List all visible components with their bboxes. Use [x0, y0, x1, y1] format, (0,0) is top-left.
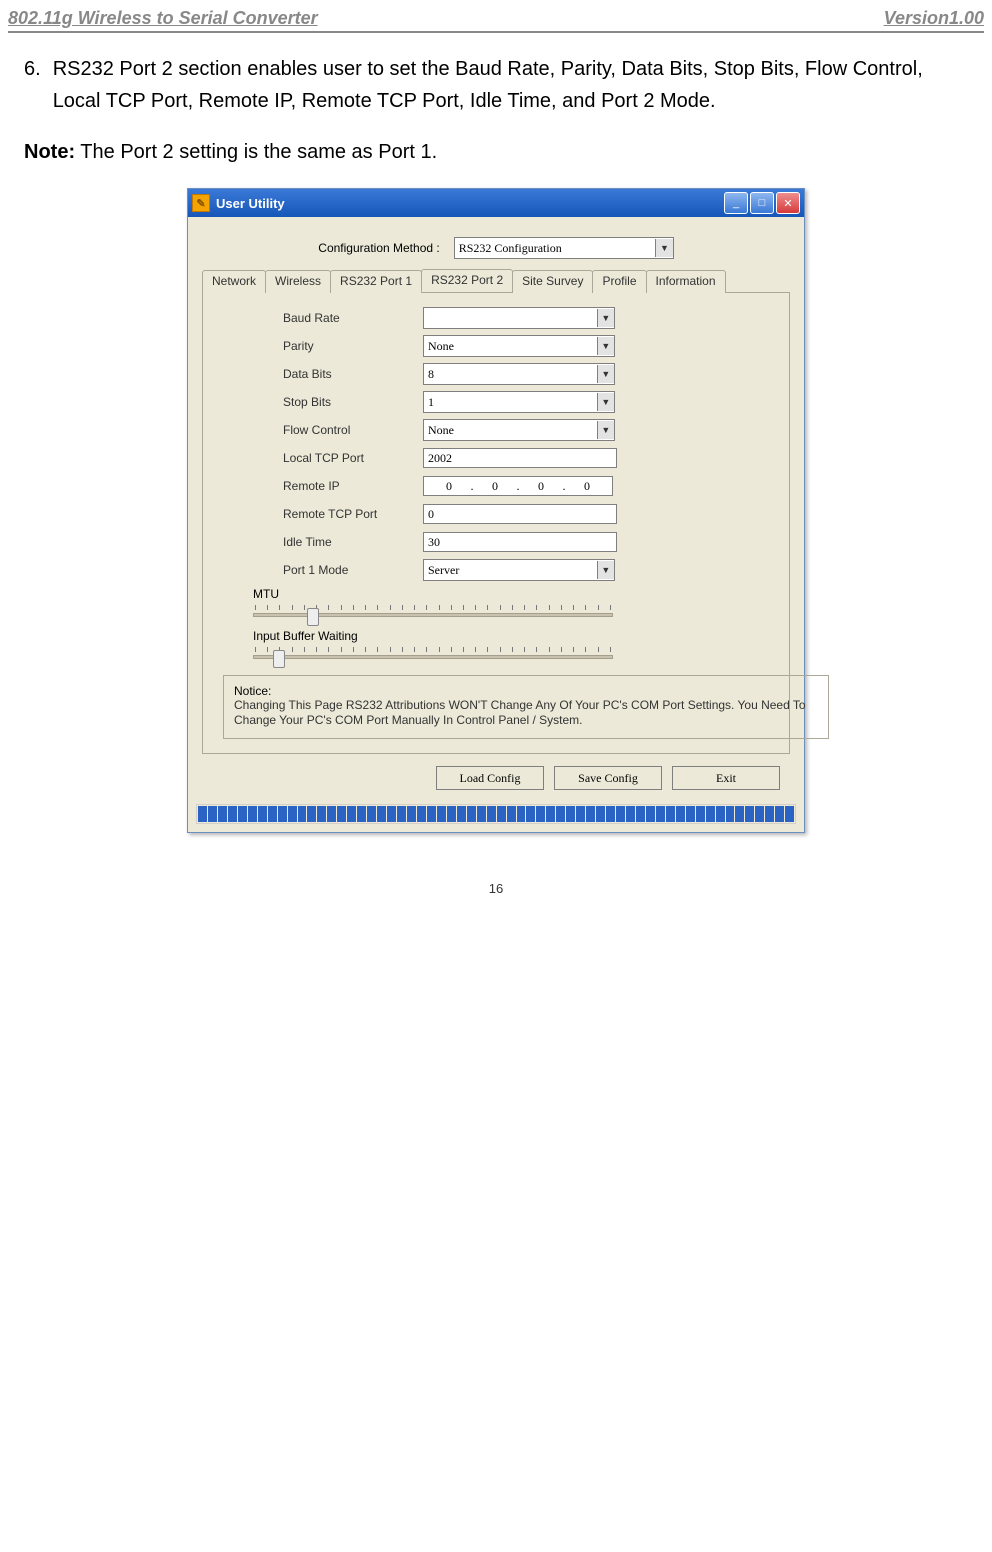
mtu-slider[interactable]	[253, 605, 613, 623]
remote-ip-label: Remote IP	[283, 479, 423, 493]
data-bits-label: Data Bits	[283, 367, 423, 381]
idle-time-label: Idle Time	[283, 535, 423, 549]
parity-label: Parity	[283, 339, 423, 353]
data-bits-input[interactable]	[424, 365, 597, 383]
input-buffer-slider[interactable]	[253, 647, 613, 665]
tab-information[interactable]: Information	[646, 270, 726, 293]
page-number: 16	[0, 853, 992, 904]
load-config-button[interactable]: Load Config	[436, 766, 544, 790]
notice-legend: Notice:	[234, 684, 271, 698]
baud-rate-combo[interactable]: ▼	[423, 307, 615, 329]
config-method-input[interactable]	[455, 239, 655, 257]
tab-site-survey[interactable]: Site Survey	[512, 270, 593, 293]
chevron-down-icon[interactable]: ▼	[655, 239, 673, 257]
slider-thumb-icon[interactable]	[307, 608, 319, 626]
minimize-button[interactable]: _	[724, 192, 748, 214]
chevron-down-icon[interactable]: ▼	[597, 309, 614, 327]
app-window: ✎ User Utility _ □ ✕ Configuration Metho…	[187, 188, 805, 833]
data-bits-combo[interactable]: ▼	[423, 363, 615, 385]
list-number: 6.	[24, 53, 41, 117]
app-icon: ✎	[192, 194, 210, 212]
flow-control-label: Flow Control	[283, 423, 423, 437]
local-tcp-label: Local TCP Port	[283, 451, 423, 465]
titlebar[interactable]: ✎ User Utility _ □ ✕	[188, 189, 804, 217]
config-method-combo[interactable]: ▼	[454, 237, 674, 259]
local-tcp-input[interactable]	[423, 448, 617, 468]
exit-button[interactable]: Exit	[672, 766, 780, 790]
tab-body: Baud Rate ▼ Parity ▼ D	[202, 293, 790, 754]
doc-header-left: 802.11g Wireless to Serial Converter	[8, 8, 318, 29]
remote-tcp-label: Remote TCP Port	[283, 507, 423, 521]
flow-control-combo[interactable]: ▼	[423, 419, 615, 441]
baud-rate-label: Baud Rate	[283, 311, 423, 325]
maximize-button[interactable]: □	[750, 192, 774, 214]
remote-tcp-input[interactable]	[423, 504, 617, 524]
parity-combo[interactable]: ▼	[423, 335, 615, 357]
progress-bar	[196, 804, 796, 824]
chevron-down-icon[interactable]: ▼	[597, 365, 614, 383]
tab-wireless[interactable]: Wireless	[265, 270, 331, 293]
chevron-down-icon[interactable]: ▼	[597, 421, 614, 439]
tab-network[interactable]: Network	[202, 270, 266, 293]
baud-rate-input[interactable]	[424, 309, 597, 327]
chevron-down-icon[interactable]: ▼	[597, 561, 614, 579]
notice-box: Notice: Changing This Page RS232 Attribu…	[223, 675, 829, 739]
port-mode-combo[interactable]: ▼	[423, 559, 615, 581]
save-config-button[interactable]: Save Config	[554, 766, 662, 790]
port-mode-input[interactable]	[424, 561, 597, 579]
mtu-label: MTU	[253, 587, 779, 601]
chevron-down-icon[interactable]: ▼	[597, 337, 614, 355]
remote-ip-input[interactable]: 0. 0. 0. 0	[423, 476, 613, 496]
stop-bits-label: Stop Bits	[283, 395, 423, 409]
tab-rs232-port2[interactable]: RS232 Port 2	[421, 269, 513, 292]
window-title: User Utility	[216, 196, 724, 211]
chevron-down-icon[interactable]: ▼	[597, 393, 614, 411]
port-mode-label: Port 1 Mode	[283, 563, 423, 577]
slider-thumb-icon[interactable]	[273, 650, 285, 668]
close-button[interactable]: ✕	[776, 192, 800, 214]
stop-bits-input[interactable]	[424, 393, 597, 411]
stop-bits-combo[interactable]: ▼	[423, 391, 615, 413]
tab-rs232-port1[interactable]: RS232 Port 1	[330, 270, 422, 293]
list-text: RS232 Port 2 section enables user to set…	[53, 53, 968, 117]
parity-input[interactable]	[424, 337, 597, 355]
note-label: Note:	[24, 141, 75, 163]
doc-header-right: Version1.00	[884, 8, 984, 29]
input-buffer-label: Input Buffer Waiting	[253, 629, 779, 643]
notice-text: Changing This Page RS232 Attributions WO…	[234, 698, 818, 728]
tab-profile[interactable]: Profile	[592, 270, 646, 293]
flow-control-input[interactable]	[424, 421, 597, 439]
idle-time-input[interactable]	[423, 532, 617, 552]
tab-strip: Network Wireless RS232 Port 1 RS232 Port…	[202, 269, 790, 293]
config-method-label: Configuration Method :	[318, 241, 439, 255]
note-text: The Port 2 setting is the same as Port 1…	[75, 141, 437, 163]
